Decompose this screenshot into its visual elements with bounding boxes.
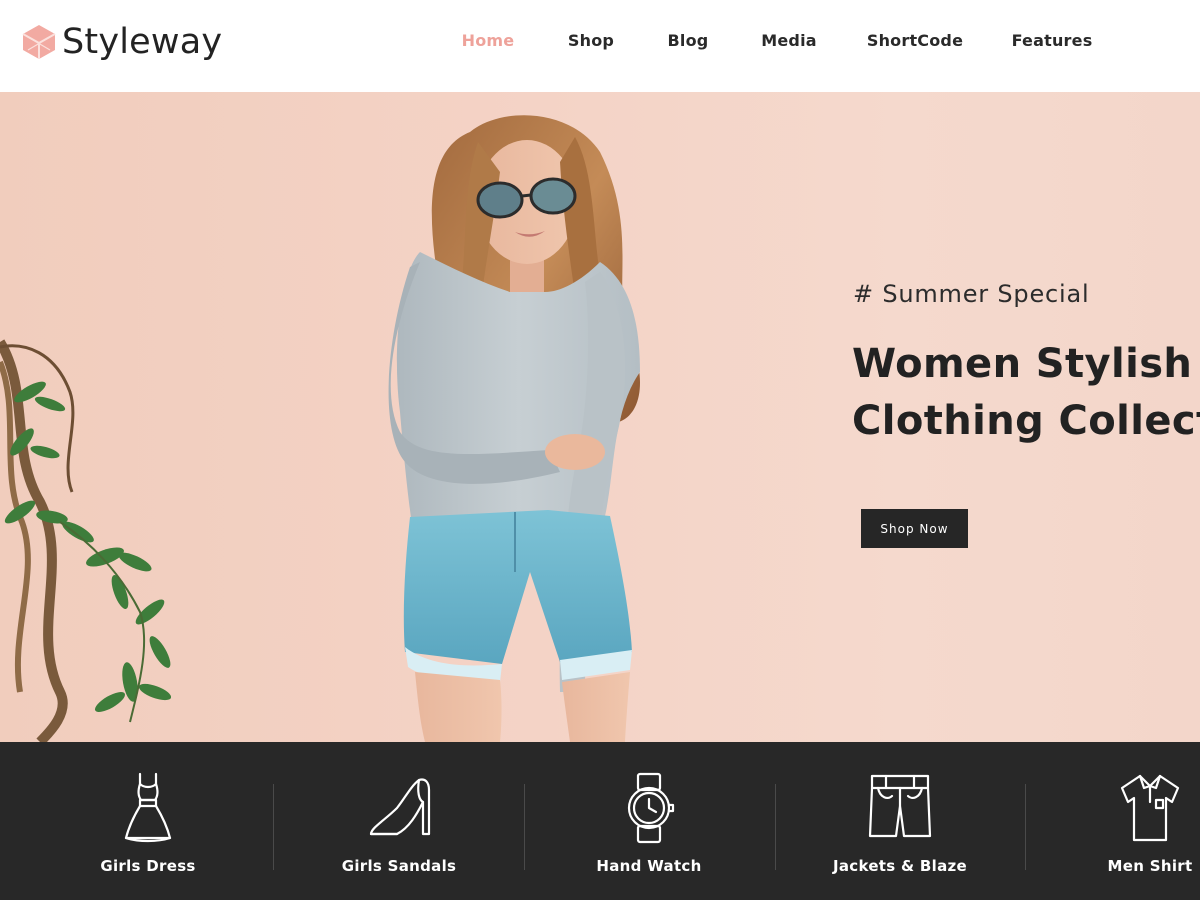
shop-now-button[interactable]: Shop Now — [861, 509, 968, 548]
category-bar: Girls Dress Girls Sandals Hand Watch Jac… — [0, 742, 1200, 900]
shorts-icon — [868, 774, 932, 838]
nav-item-blog[interactable]: Blog — [668, 31, 709, 50]
hero-title-line-2: Clothing Collect — [852, 398, 1200, 444]
category-girls-sandals[interactable]: Girls Sandals — [274, 742, 524, 900]
hero-banner: # Summer Special Women Stylish Clothing … — [0, 92, 1200, 742]
hero-title-line-1: Women Stylish — [852, 341, 1193, 387]
category-label: Men Shirt — [1107, 857, 1193, 875]
plant-decoration — [0, 339, 172, 742]
category-label: Jackets & Blaze — [832, 857, 968, 875]
nav-item-shop[interactable]: Shop — [568, 31, 614, 50]
nav-item-home[interactable]: Home — [462, 31, 515, 50]
polo-shirt-icon — [1120, 774, 1180, 842]
category-men-shirt[interactable]: Men Shirt — [1025, 742, 1200, 900]
site-header: Styleway Home Shop Blog Media ShortCode … — [0, 0, 1200, 92]
category-label: Girls Sandals — [341, 857, 457, 875]
hero-title: Women Stylish Clothing Collect — [852, 336, 1200, 450]
category-label: Girls Dress — [100, 857, 196, 875]
category-jackets-blaze[interactable]: Jackets & Blaze — [775, 742, 1025, 900]
model-figure — [388, 115, 640, 742]
nav-item-features[interactable]: Features — [1012, 31, 1093, 50]
nav-item-shortcode[interactable]: ShortCode — [867, 31, 963, 50]
hero-tagline: # Summer Special — [853, 280, 1090, 308]
category-hand-watch[interactable]: Hand Watch — [524, 742, 774, 900]
high-heel-icon — [369, 778, 431, 836]
dress-icon — [124, 772, 172, 843]
wristwatch-icon — [627, 772, 675, 844]
category-label: Hand Watch — [596, 857, 702, 875]
category-girls-dress[interactable]: Girls Dress — [23, 742, 273, 900]
main-nav: Home Shop Blog Media ShortCode Features — [0, 0, 1200, 84]
nav-item-media[interactable]: Media — [761, 31, 817, 50]
